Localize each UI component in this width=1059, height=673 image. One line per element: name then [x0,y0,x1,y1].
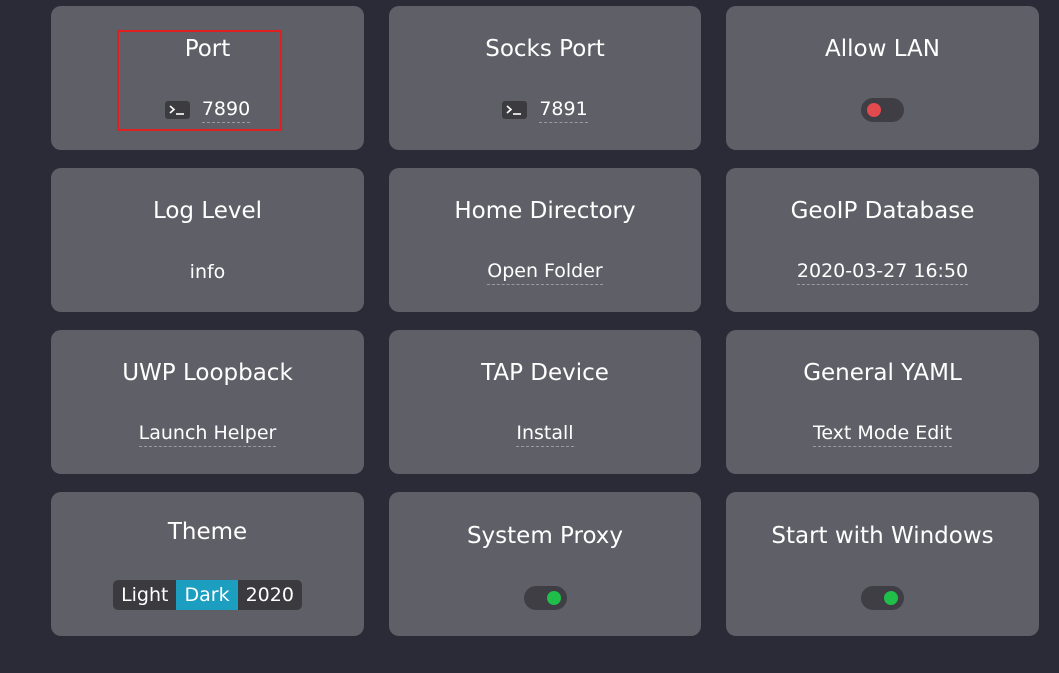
geoip-database-title: GeoIP Database [790,198,975,224]
log-level-value[interactable]: info [190,260,226,284]
uwp-loopback-value-row: Launch Helper [51,420,364,448]
port-card: Port 7890 [51,6,364,150]
home-directory-card: Home Directory Open Folder [389,168,701,312]
socks-port-title: Socks Port [485,36,605,62]
port-title: Port [184,36,231,62]
home-directory-value-row: Open Folder [389,258,701,286]
theme-option-2020[interactable]: 2020 [238,580,302,610]
tap-device-title: TAP Device [481,360,609,386]
terminal-icon [164,101,190,119]
system-proxy-value-row [389,584,701,612]
general-yaml-card: General YAML Text Mode Edit [726,330,1039,474]
uwp-loopback-title: UWP Loopback [122,360,293,386]
port-value[interactable]: 7890 [201,97,251,123]
port-value-row: 7890 [51,96,364,124]
install-link[interactable]: Install [516,421,574,447]
toggle-knob [867,103,881,117]
uwp-loopback-card: UWP Loopback Launch Helper [51,330,364,474]
theme-option-light[interactable]: Light [113,580,176,610]
toggle-knob [546,591,561,605]
socks-port-value-row: 7891 [389,96,701,124]
settings-grid: Port 7890 Socks Port 7891 Allow LAN Log … [51,6,1039,636]
allow-lan-toggle[interactable] [861,98,904,122]
log-level-title: Log Level [152,198,263,224]
open-folder-link[interactable]: Open Folder [487,259,603,285]
start-with-windows-title: Start with Windows [771,523,994,549]
tap-device-value-row: Install [389,420,701,448]
allow-lan-value-row [726,96,1039,124]
allow-lan-card: Allow LAN [726,6,1039,150]
theme-card: Theme Light Dark 2020 [51,492,364,636]
socks-port-value[interactable]: 7891 [539,97,588,123]
geoip-database-card: GeoIP Database 2020-03-27 16:50 [726,168,1039,312]
terminal-icon [502,101,528,119]
toggle-knob [884,591,898,605]
theme-value-row: Light Dark 2020 [51,580,364,610]
theme-selector: Light Dark 2020 [113,580,302,610]
theme-title: Theme [167,519,248,545]
system-proxy-title: System Proxy [466,523,624,549]
socks-port-card: Socks Port 7891 [389,6,701,150]
system-proxy-card: System Proxy [389,492,701,636]
geoip-database-value-row: 2020-03-27 16:50 [726,258,1039,286]
log-level-card: Log Level info [51,168,364,312]
start-with-windows-value-row [726,584,1039,612]
start-with-windows-toggle[interactable] [861,586,904,610]
log-level-value-row: info [51,258,364,286]
general-yaml-value-row: Text Mode Edit [726,420,1039,448]
home-directory-title: Home Directory [454,198,636,224]
general-yaml-title: General YAML [803,360,962,386]
allow-lan-title: Allow LAN [825,36,940,62]
theme-option-dark[interactable]: Dark [176,580,238,610]
launch-helper-link[interactable]: Launch Helper [138,421,277,447]
tap-device-card: TAP Device Install [389,330,701,474]
text-mode-edit-link[interactable]: Text Mode Edit [812,421,953,447]
geoip-database-value[interactable]: 2020-03-27 16:50 [796,259,969,285]
start-with-windows-card: Start with Windows [726,492,1039,636]
system-proxy-toggle[interactable] [523,586,567,610]
